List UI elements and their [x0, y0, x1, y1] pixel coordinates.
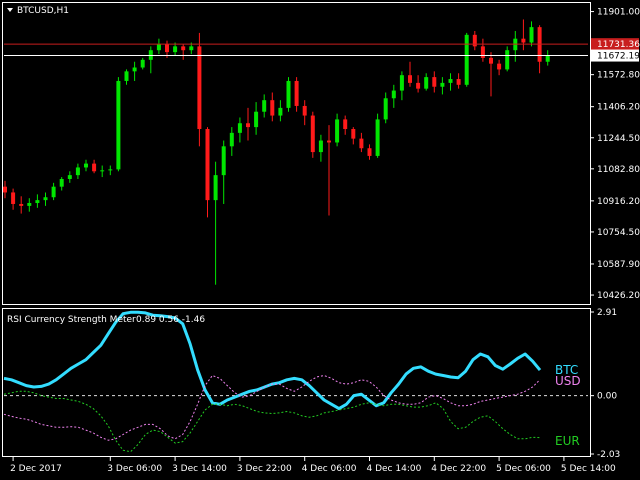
candle-body: [140, 59, 145, 68]
candle-body: [270, 100, 275, 116]
bid-price-label: 11672.19: [597, 52, 640, 62]
time-tick-label: 2 Dec 2017: [10, 464, 62, 474]
candle-body: [173, 46, 178, 53]
candle-body: [116, 80, 121, 170]
candle-body: [189, 46, 194, 51]
candle-body: [165, 44, 169, 53]
candle-body: [351, 129, 356, 139]
candle-body: [92, 163, 97, 172]
candle-body: [205, 129, 210, 201]
candle-body: [424, 77, 429, 89]
candle-body: [262, 100, 267, 112]
candle-body: [440, 82, 445, 87]
time-tick-label: 4 Dec 22:00: [431, 464, 486, 474]
candle-body: [408, 75, 412, 83]
candle-body: [432, 77, 437, 87]
price-tick-label: 10916.20: [597, 197, 640, 207]
indicator-tick-label: 2.91: [597, 308, 617, 318]
price-tick-label: 10426.20: [597, 291, 640, 301]
candle-body: [75, 167, 80, 176]
candle-body: [148, 50, 153, 60]
candle-body: [181, 46, 186, 51]
price-tick-label: 11406.20: [597, 103, 640, 113]
candle-body: [11, 192, 16, 204]
price-tick-label: 11572.80: [597, 71, 640, 81]
candle-body: [521, 38, 526, 43]
candle-body: [359, 138, 364, 149]
candle-body: [108, 169, 113, 171]
candle-body: [448, 79, 453, 83]
candle-body: [416, 82, 421, 89]
candle-body: [124, 71, 129, 81]
candle-body: [35, 200, 40, 204]
candle-body: [480, 46, 485, 58]
candle-body: [375, 119, 380, 156]
candle-body: [67, 175, 72, 179]
candle-body: [229, 132, 234, 147]
candle-body: [327, 140, 331, 143]
candle-body: [497, 63, 502, 70]
indicator-tick-label: -2.03: [597, 450, 620, 460]
time-tick-label: 5 Dec 06:00: [496, 464, 551, 474]
time-tick-label: 4 Dec 14:00: [367, 464, 422, 474]
chart-background: [0, 0, 640, 480]
candle-body: [19, 203, 24, 206]
candle-body: [254, 111, 259, 128]
candle-body: [237, 123, 242, 133]
time-tick-label: 3 Dec 06:00: [107, 464, 162, 474]
candle-body: [343, 119, 348, 130]
candle-body: [545, 55, 550, 62]
candle-body: [383, 98, 388, 120]
chart-root: 11901.00 11572.80 11406.20 11244.50 11082.80…: [0, 0, 640, 480]
indicator-tick-label: 0.00: [597, 392, 617, 402]
candle-body: [59, 178, 64, 187]
price-tick-label: 10754.50: [597, 228, 640, 238]
candle-body: [464, 34, 469, 85]
candle-body: [3, 186, 7, 193]
candle-body: [213, 175, 218, 201]
legend-usd: USD: [555, 374, 581, 388]
candle-body: [84, 163, 88, 168]
candle-body: [367, 148, 372, 156]
time-tick-label: 4 Dec 06:00: [302, 464, 357, 474]
candle-body: [278, 107, 283, 116]
candle-body: [197, 46, 202, 130]
candle-body: [132, 67, 137, 72]
indicator-values: 0.89 0.56 -1.46: [136, 315, 205, 325]
candle-body: [456, 79, 461, 85]
candle-body: [489, 57, 493, 64]
symbol-header[interactable]: BTCUSD,H1: [7, 6, 69, 16]
time-tick-label: 3 Dec 14:00: [172, 464, 227, 474]
candle-body: [43, 197, 48, 201]
candle-body: [156, 44, 161, 51]
indicator-title: RSI Currency Strength Meter: [7, 315, 136, 325]
candle-body: [391, 90, 396, 99]
candle-body: [529, 27, 534, 43]
price-tick-label: 11901.00: [597, 8, 640, 18]
candle-body: [335, 119, 340, 143]
symbol-label: BTCUSD,H1: [17, 6, 69, 16]
ask-price-label: 11731.36: [597, 40, 640, 50]
time-tick-label: 3 Dec 22:00: [237, 464, 292, 474]
candle-body: [27, 203, 32, 206]
candle-body: [286, 80, 291, 108]
legend-eur: EUR: [555, 434, 580, 448]
candle-body: [100, 170, 105, 172]
candle-body: [246, 123, 250, 128]
candle-body: [51, 186, 56, 198]
candle-body: [302, 105, 307, 116]
candle-body: [221, 146, 226, 176]
time-tick-label: 5 Dec 14:00: [561, 464, 616, 474]
price-tick-label: 10587.90: [597, 260, 640, 270]
price-tick-label: 11244.50: [597, 134, 640, 144]
candle-body: [318, 140, 323, 153]
price-tick-label: 11082.80: [597, 165, 640, 175]
candle-body: [294, 80, 299, 106]
candle-body: [399, 75, 404, 91]
candle-body: [505, 50, 510, 70]
candle-body: [310, 115, 315, 153]
